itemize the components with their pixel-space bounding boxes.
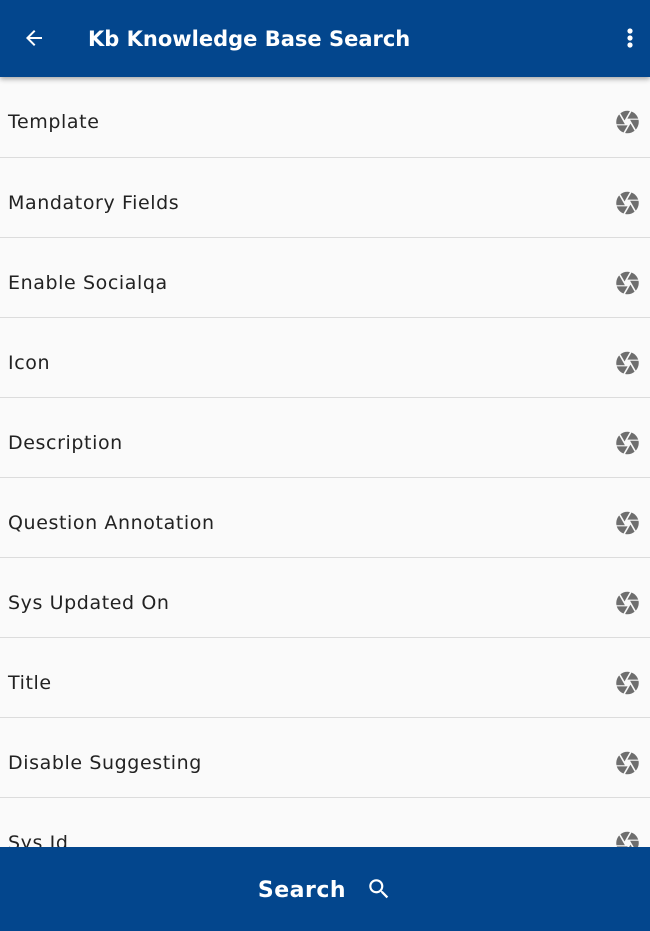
list-item[interactable]: Title <box>0 638 650 718</box>
field-label: Description <box>8 431 123 454</box>
top-app-bar: Kb Knowledge Base Search <box>0 0 650 77</box>
field-list: Template Mandatory Fields Enable Socialq… <box>0 77 650 847</box>
list-item[interactable]: Disable Suggesting <box>0 718 650 798</box>
aperture-icon[interactable] <box>614 509 641 536</box>
more-vert-icon <box>627 28 633 48</box>
back-button[interactable] <box>14 20 54 56</box>
list-item[interactable]: Template <box>0 77 650 158</box>
aperture-icon[interactable] <box>614 109 641 136</box>
app-screen: Kb Knowledge Base Search Template Mandat… <box>0 0 650 931</box>
field-label: Question Annotation <box>8 511 215 534</box>
field-label: Template <box>8 111 100 133</box>
aperture-icon[interactable] <box>614 429 641 456</box>
field-label: Sys Updated On <box>8 591 170 614</box>
aperture-icon[interactable] <box>614 669 641 696</box>
page-title: Kb Knowledge Base Search <box>88 27 411 51</box>
list-item[interactable]: Enable Socialqa <box>0 238 650 318</box>
field-label: Enable Socialqa <box>8 271 168 294</box>
arrow-left-icon <box>26 30 42 46</box>
aperture-icon[interactable] <box>614 589 641 616</box>
list-item[interactable]: Question Annotation <box>0 478 650 558</box>
aperture-icon[interactable] <box>614 349 641 376</box>
list-item[interactable]: Icon <box>0 318 650 398</box>
search-button[interactable]: Search <box>0 847 650 931</box>
field-label: Disable Suggesting <box>8 751 202 774</box>
aperture-icon[interactable] <box>614 829 641 847</box>
list-item[interactable]: Mandatory Fields <box>0 158 650 238</box>
aperture-icon[interactable] <box>614 189 641 216</box>
search-icon <box>366 876 392 902</box>
search-button-label: Search <box>257 877 347 903</box>
list-item[interactable]: Sys Id <box>0 798 650 847</box>
overflow-menu-button[interactable] <box>618 20 642 56</box>
list-item[interactable]: Sys Updated On <box>0 558 650 638</box>
field-label: Icon <box>8 351 51 374</box>
list-item[interactable]: Description <box>0 398 650 478</box>
field-label: Mandatory Fields <box>8 191 180 214</box>
aperture-icon[interactable] <box>614 749 641 776</box>
field-label: Title <box>8 671 52 694</box>
aperture-icon[interactable] <box>614 269 641 296</box>
field-label: Sys Id <box>8 831 69 848</box>
